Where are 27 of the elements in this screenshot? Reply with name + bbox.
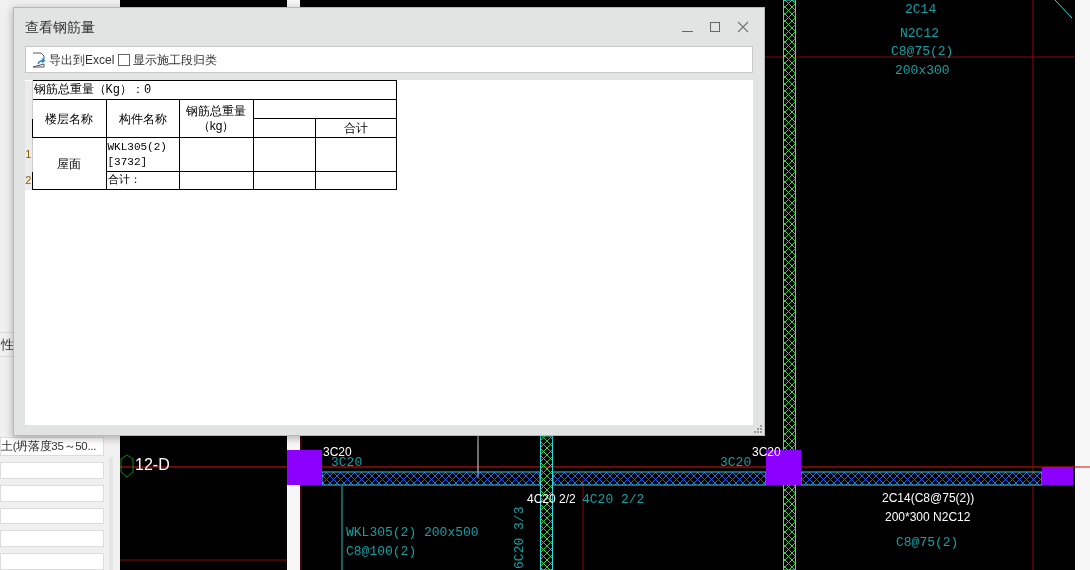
rebar-label: 2C14(C8@75(2)) <box>882 492 975 504</box>
column-header: 合计 <box>315 118 396 138</box>
row-number: 2 <box>25 171 32 190</box>
rebar-label: N2C12 <box>900 27 939 40</box>
rebar-label: 6C20 3/3 <box>512 505 528 570</box>
table-cell: 合计： <box>106 171 179 190</box>
rebar-label: 3C20 <box>720 456 752 469</box>
rebar-label: 3C20 <box>752 446 781 458</box>
rebar-label: 2C14 <box>905 3 937 16</box>
table-cell: WKL305(2)[3732] <box>106 137 179 172</box>
window-title: 查看钢筋量 <box>25 17 96 37</box>
summary-cell: 钢筋总重量（Kg）：0 <box>32 80 396 100</box>
rebar-label: WKL305(2) 200x500 <box>346 526 479 539</box>
rebar-label: 200*300 N2C12 <box>885 511 971 523</box>
rebar-label: C8@75(2) <box>891 45 954 58</box>
axis-label: 12-D <box>135 457 170 473</box>
column-header: 构件名称 <box>106 99 179 138</box>
rebar-label: 4C20 2/2 <box>582 493 645 506</box>
row-number: 1 <box>25 137 32 172</box>
checkbox-label: 显示施工段归类 <box>133 51 218 69</box>
rebar-label: 3C20 <box>323 446 352 458</box>
rebar-label: 3C20 <box>331 456 363 469</box>
rebar-label: C8@75(2) <box>896 536 959 549</box>
rebar-label: 200x300 <box>895 64 950 77</box>
property-label: 性 <box>1 335 14 354</box>
rebar-label: C8@100(2) <box>346 545 417 558</box>
column-header: 钢筋总重量（kg） <box>179 99 253 138</box>
